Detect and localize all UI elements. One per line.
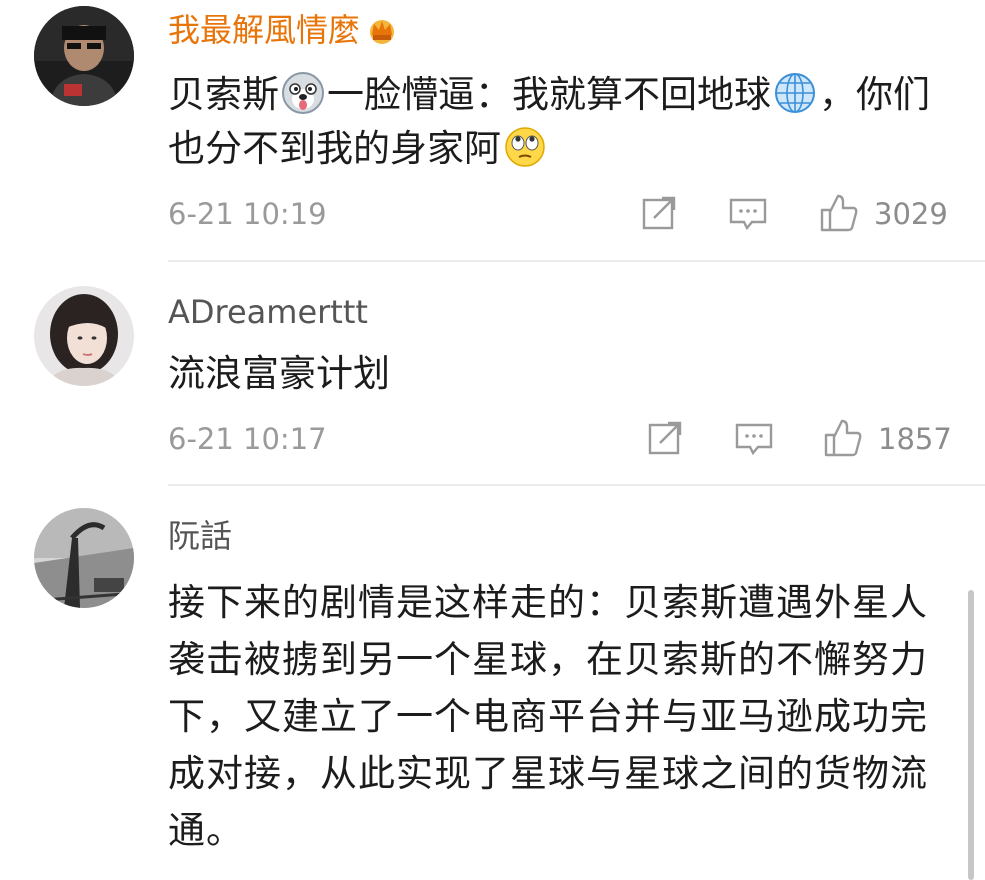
avatar[interactable] [34, 6, 134, 106]
comment-time: 6-21 10:19 [168, 197, 327, 231]
comment-icon [735, 423, 773, 456]
comment-text: 贝索斯 一脸懵逼：我就算不回地球 ，你们也分不到我的身家阿 [168, 71, 930, 170]
comment-button[interactable] [734, 421, 774, 457]
thumbs-up-icon [820, 194, 858, 232]
share-icon [648, 421, 682, 455]
username[interactable]: 我最解風情麼 [168, 10, 400, 50]
globe-emoji [773, 71, 817, 115]
like-button[interactable] [818, 192, 860, 234]
eye-roll-emoji [503, 125, 547, 169]
comment-button[interactable] [728, 196, 768, 232]
share-icon [642, 196, 676, 230]
share-button[interactable] [646, 419, 684, 457]
comment-text: 接下来的剧情是这样走的：贝索斯遭遇外星人袭击被掳到另一个星球，在贝索斯的不懈努力… [168, 581, 928, 852]
like-count: 1857 [878, 422, 952, 456]
comment-text: 流浪富豪计划 [168, 352, 390, 395]
avatar[interactable] [34, 508, 134, 608]
husky-face-emoji [281, 71, 325, 115]
divider [168, 260, 985, 262]
like-button[interactable] [822, 417, 864, 459]
username-text: 我最解風情麼 [168, 11, 361, 49]
share-button[interactable] [640, 194, 678, 232]
username[interactable]: 阮話 [168, 516, 232, 556]
comment-time: 6-21 10:17 [168, 422, 327, 456]
username[interactable]: ADreamerttt [168, 292, 368, 332]
crown-icon [364, 14, 400, 44]
divider [168, 484, 985, 486]
thumbs-up-icon [824, 419, 862, 457]
scrollbar[interactable] [968, 590, 974, 880]
avatar[interactable] [34, 286, 134, 386]
like-count: 3029 [874, 197, 948, 231]
comment-icon [729, 198, 767, 231]
